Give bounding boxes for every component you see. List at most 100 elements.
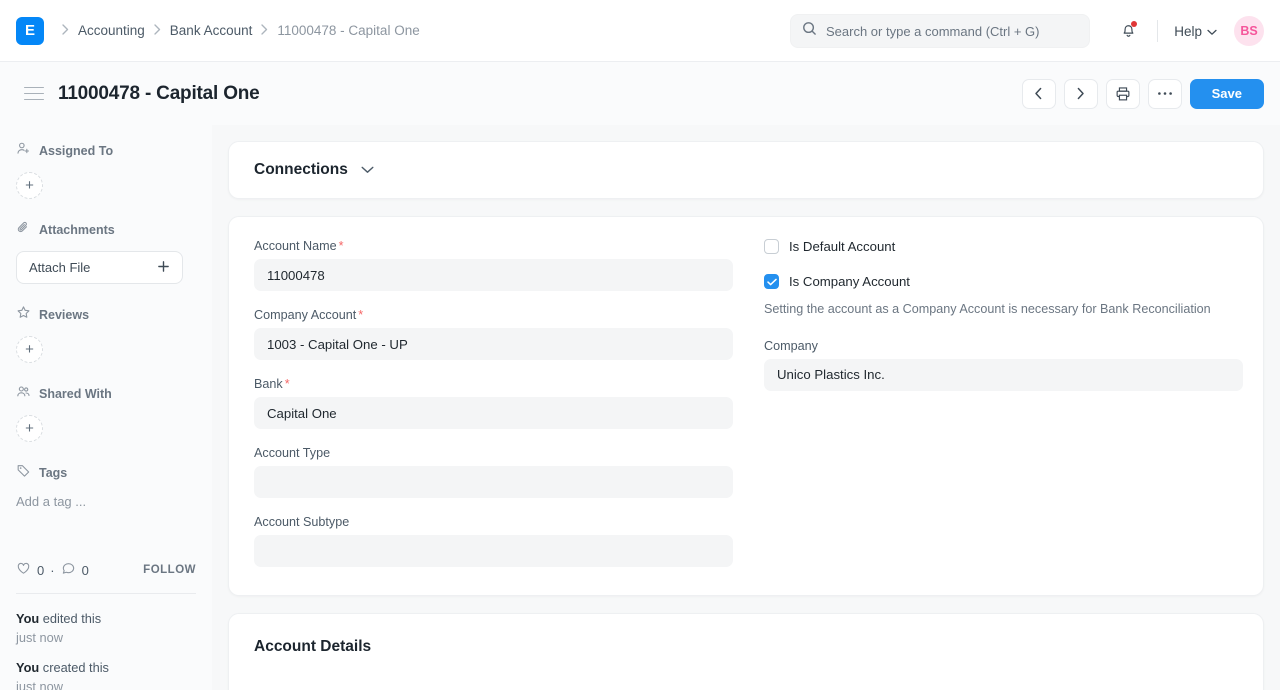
activity-entry-edited: You edited this just now bbox=[16, 610, 196, 647]
navbar-right-controls: Help BS bbox=[1111, 0, 1264, 62]
breadcrumb: Accounting Bank Account 11000478 - Capit… bbox=[62, 23, 420, 38]
field-company-account: Company Account* 1003 - Capital One - UP bbox=[254, 308, 733, 360]
activity-timestamp: just now bbox=[16, 679, 63, 690]
social-row: 0 · 0 FOLLOW bbox=[16, 561, 196, 579]
input-account-type[interactable] bbox=[254, 466, 733, 498]
next-record-button[interactable] bbox=[1064, 79, 1098, 109]
input-company[interactable]: Unico Plastics Inc. bbox=[764, 359, 1243, 391]
paperclip-icon bbox=[16, 220, 31, 240]
sidebar-label-assigned-to: Assigned To bbox=[39, 144, 113, 158]
search-icon bbox=[802, 21, 817, 41]
print-button[interactable] bbox=[1106, 79, 1140, 109]
add-assignment-button[interactable]: + bbox=[16, 172, 43, 199]
account-details-section: Account Details bbox=[228, 613, 1264, 690]
activity-actor: You bbox=[16, 611, 39, 626]
sidebar-label-tags: Tags bbox=[39, 466, 67, 480]
follow-button[interactable]: FOLLOW bbox=[143, 564, 196, 576]
connections-section[interactable]: Connections bbox=[228, 141, 1264, 199]
label-account-type: Account Type bbox=[254, 446, 733, 460]
sidebar-section-tags: Tags Add a tag ... bbox=[16, 463, 196, 509]
input-company-account[interactable]: 1003 - Capital One - UP bbox=[254, 328, 733, 360]
label-company-account: Company Account* bbox=[254, 308, 733, 322]
breadcrumb-separator-icon bbox=[154, 24, 161, 37]
label-company: Company bbox=[764, 339, 1243, 353]
attach-file-label: Attach File bbox=[29, 260, 90, 275]
page-actions: Save bbox=[1022, 62, 1264, 125]
input-account-subtype[interactable] bbox=[254, 535, 733, 567]
star-icon bbox=[16, 305, 31, 325]
save-button[interactable]: Save bbox=[1190, 79, 1264, 109]
printer-icon bbox=[1115, 86, 1131, 102]
field-account-subtype: Account Subtype bbox=[254, 515, 733, 567]
heart-icon[interactable] bbox=[16, 561, 31, 579]
add-share-button[interactable]: + bbox=[16, 415, 43, 442]
prev-record-button[interactable] bbox=[1022, 79, 1056, 109]
check-icon bbox=[767, 278, 777, 286]
breadcrumb-item-bank-account[interactable]: Bank Account bbox=[170, 23, 253, 38]
sidebar-section-reviews: Reviews + bbox=[16, 305, 196, 363]
page-title: 11000478 - Capital One bbox=[58, 83, 260, 105]
sidebar-section-attachments: Attachments Attach File bbox=[16, 220, 196, 284]
sidebar-toggle-icon[interactable] bbox=[24, 87, 44, 101]
user-plus-icon bbox=[16, 141, 31, 161]
field-account-name: Account Name* 11000478 bbox=[254, 239, 733, 291]
sidebar-label-attachments: Attachments bbox=[39, 223, 115, 237]
field-is-company-account[interactable]: Is Company Account bbox=[764, 274, 1243, 289]
help-menu-button[interactable]: Help bbox=[1170, 19, 1221, 44]
avatar[interactable]: BS bbox=[1234, 16, 1264, 46]
activity-timestamp: just now bbox=[16, 630, 63, 645]
attach-file-button[interactable]: Attach File bbox=[16, 251, 183, 284]
breadcrumb-separator-icon bbox=[62, 24, 69, 37]
navbar-divider bbox=[1157, 20, 1158, 42]
sidebar-label-shared-with: Shared With bbox=[39, 387, 112, 401]
add-tag-input[interactable]: Add a tag ... bbox=[16, 494, 196, 509]
field-company: Company Unico Plastics Inc. bbox=[764, 339, 1243, 391]
label-text: Bank bbox=[254, 377, 283, 391]
required-indicator: * bbox=[358, 308, 363, 322]
checkbox-is-default-account[interactable] bbox=[764, 239, 779, 254]
search-input[interactable] bbox=[826, 24, 1078, 39]
notifications-button[interactable] bbox=[1111, 14, 1145, 48]
comment-count: 0 bbox=[82, 563, 89, 578]
ellipsis-icon bbox=[1157, 91, 1173, 96]
account-details-title: Account Details bbox=[254, 638, 371, 655]
label-is-default-account: Is Default Account bbox=[789, 239, 895, 254]
label-bank: Bank* bbox=[254, 377, 733, 391]
checkbox-is-company-account[interactable] bbox=[764, 274, 779, 289]
sidebar-section-assigned-to: Assigned To + bbox=[16, 141, 196, 199]
activity-actor: You bbox=[16, 660, 39, 675]
comment-icon[interactable] bbox=[61, 561, 76, 579]
field-bank: Bank* Capital One bbox=[254, 377, 733, 429]
form-column-right: Is Default Account Is Company Account Se… bbox=[764, 239, 1243, 567]
activity-entry-created: You created this just now bbox=[16, 659, 196, 690]
chevron-down-icon bbox=[1207, 24, 1217, 39]
users-icon bbox=[16, 384, 31, 404]
main-content: Connections Account Name* 11000478 Compa… bbox=[212, 125, 1280, 690]
prev-icon bbox=[1034, 87, 1043, 100]
input-account-name[interactable]: 11000478 bbox=[254, 259, 733, 291]
app-logo[interactable]: E bbox=[16, 17, 44, 45]
connections-title: Connections bbox=[254, 161, 348, 179]
field-account-type: Account Type bbox=[254, 446, 733, 498]
field-is-default-account[interactable]: Is Default Account bbox=[764, 239, 1243, 254]
label-text: Company Account bbox=[254, 308, 356, 322]
tag-icon bbox=[16, 463, 31, 483]
sidebar-section-shared-with: Shared With + bbox=[16, 384, 196, 442]
form-sidebar: Assigned To + Attachments Attach File bbox=[0, 125, 212, 690]
next-icon bbox=[1076, 87, 1085, 100]
input-bank[interactable]: Capital One bbox=[254, 397, 733, 429]
sidebar-label-reviews: Reviews bbox=[39, 308, 89, 322]
add-review-button[interactable]: + bbox=[16, 336, 43, 363]
social-separator: · bbox=[50, 563, 54, 578]
breadcrumb-item-accounting[interactable]: Accounting bbox=[78, 23, 145, 38]
help-text-company-account: Setting the account as a Company Account… bbox=[764, 301, 1243, 319]
activity-action: edited this bbox=[39, 611, 101, 626]
chevron-down-icon[interactable] bbox=[361, 161, 374, 179]
required-indicator: * bbox=[285, 377, 290, 391]
search-bar[interactable] bbox=[790, 14, 1090, 48]
breadcrumb-separator-icon bbox=[261, 24, 268, 37]
sidebar-divider bbox=[16, 593, 196, 594]
label-text: Account Name bbox=[254, 239, 337, 253]
more-actions-button[interactable] bbox=[1148, 79, 1182, 109]
plus-icon bbox=[157, 260, 170, 276]
